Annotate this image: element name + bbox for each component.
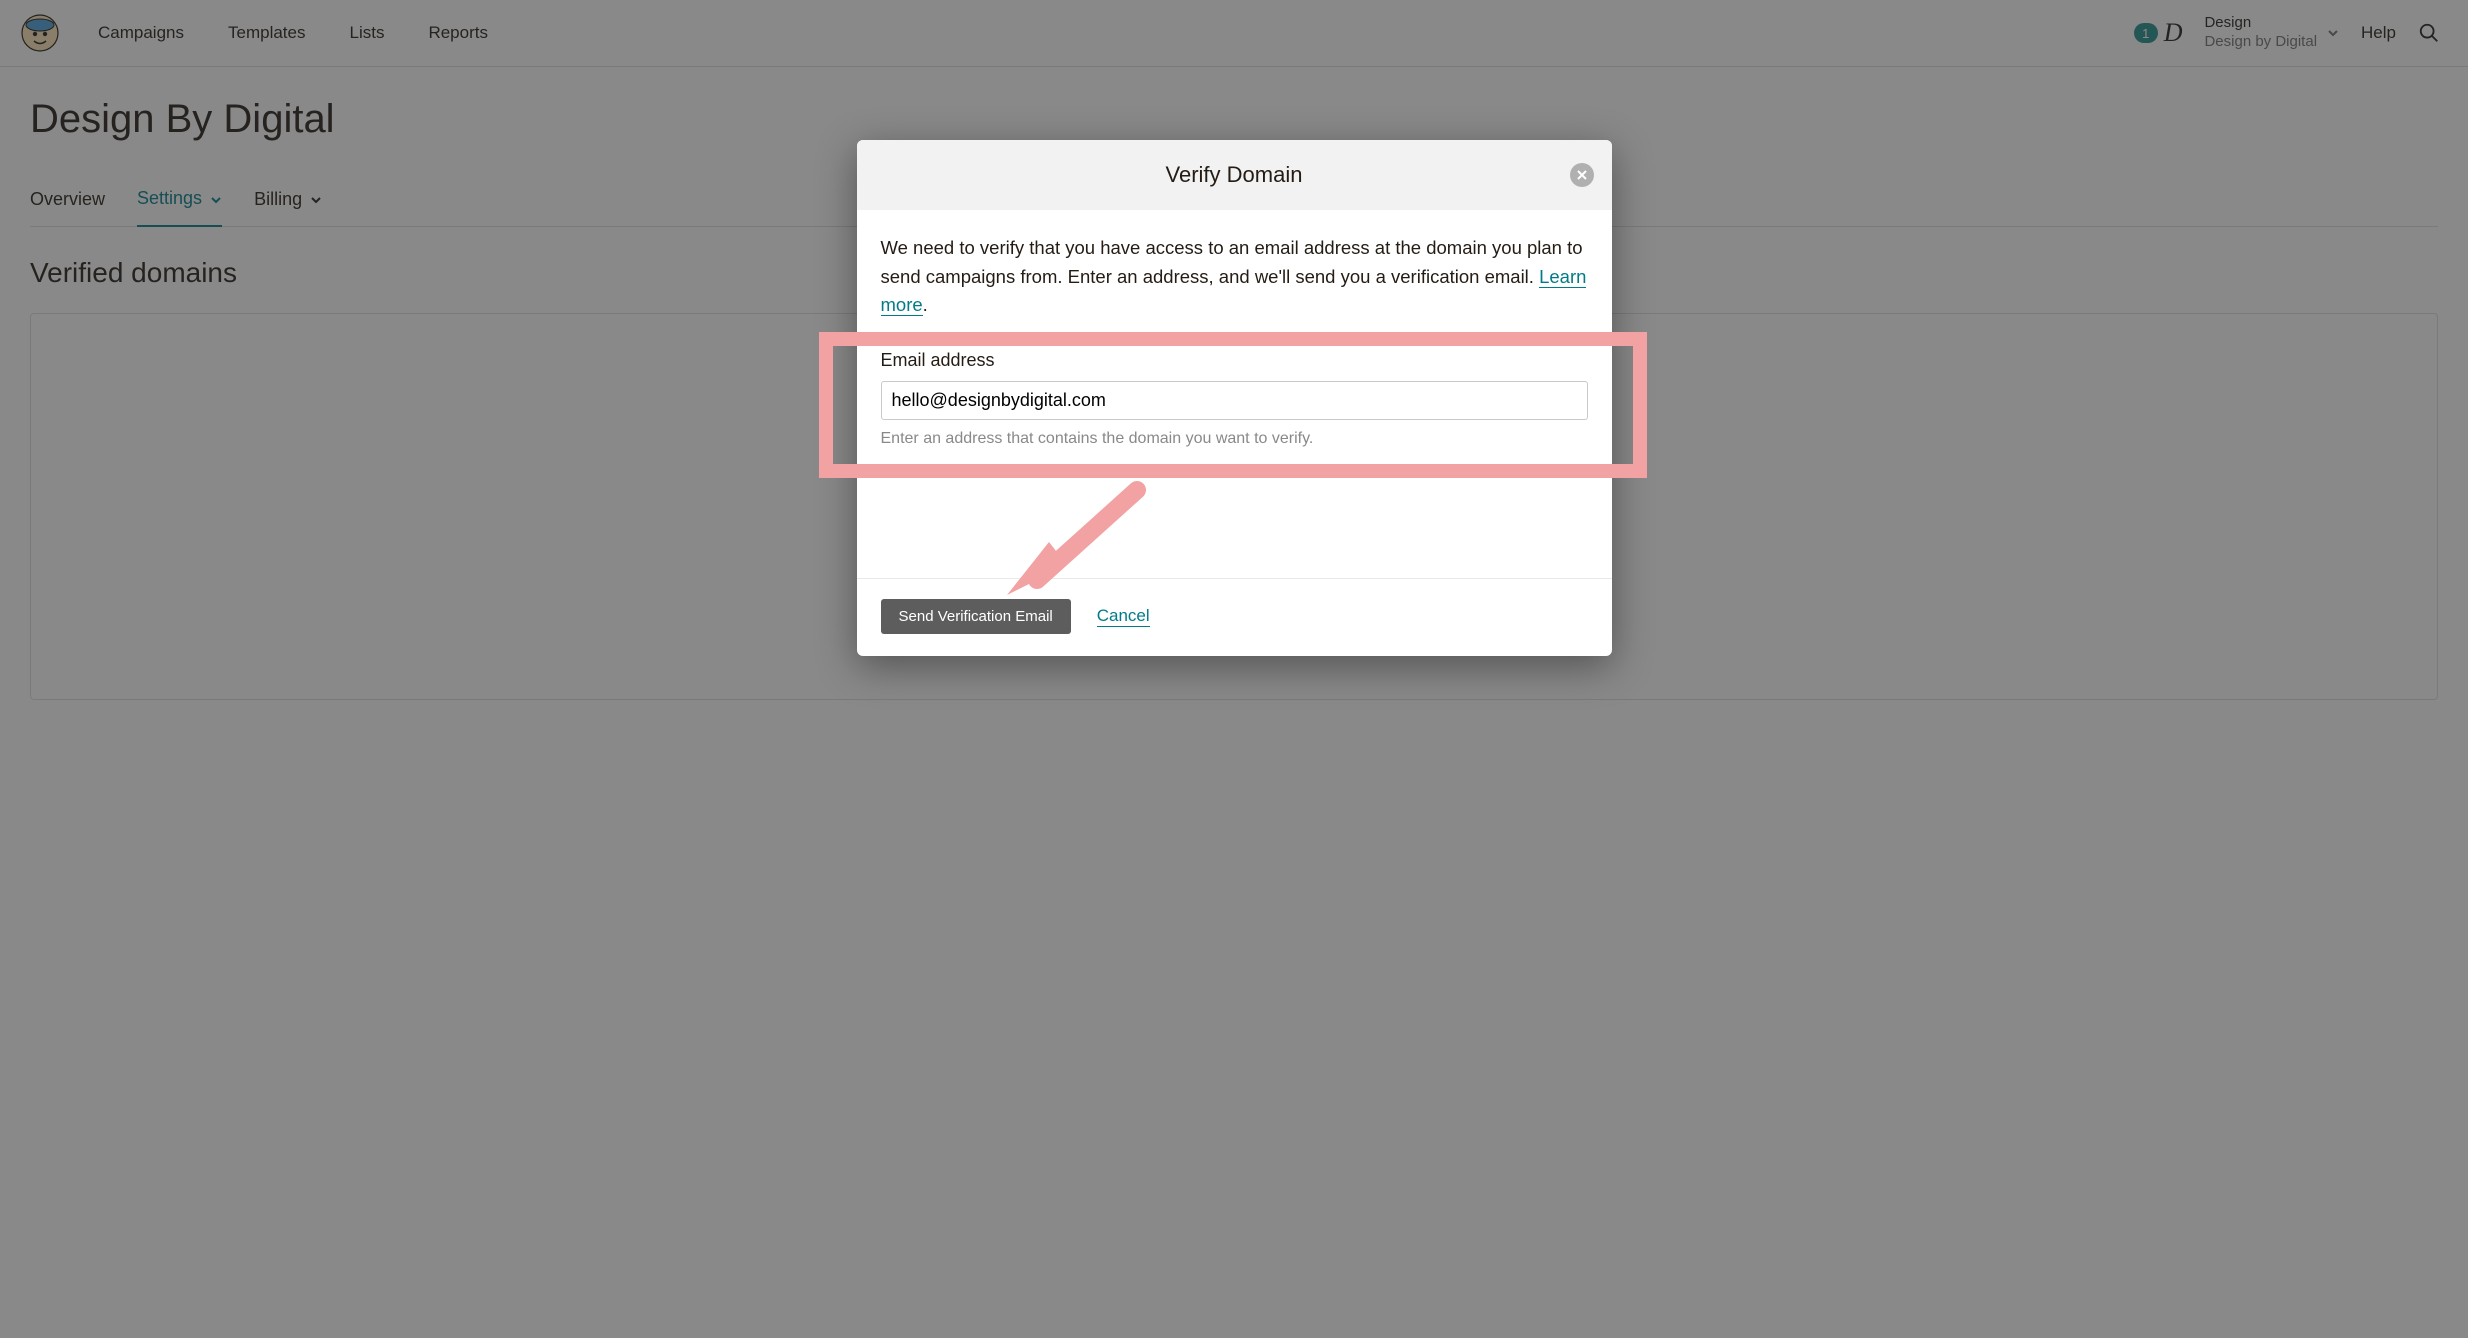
modal-title: Verify Domain (1166, 162, 1303, 187)
email-field-label: Email address (881, 350, 1588, 371)
email-input[interactable] (881, 381, 1588, 420)
modal-footer: Send Verification Email Cancel (857, 578, 1612, 656)
modal-overlay: Verify Domain We need to verify that you… (0, 0, 2468, 1338)
send-verification-button[interactable]: Send Verification Email (881, 599, 1071, 634)
modal-description: We need to verify that you have access t… (881, 234, 1588, 320)
cancel-link[interactable]: Cancel (1097, 606, 1150, 627)
verify-domain-modal: Verify Domain We need to verify that you… (857, 140, 1612, 656)
close-icon[interactable] (1570, 163, 1594, 187)
modal-body: We need to verify that you have access t… (857, 210, 1612, 578)
email-help-text: Enter an address that contains the domai… (881, 430, 1588, 448)
modal-header: Verify Domain (857, 140, 1612, 210)
